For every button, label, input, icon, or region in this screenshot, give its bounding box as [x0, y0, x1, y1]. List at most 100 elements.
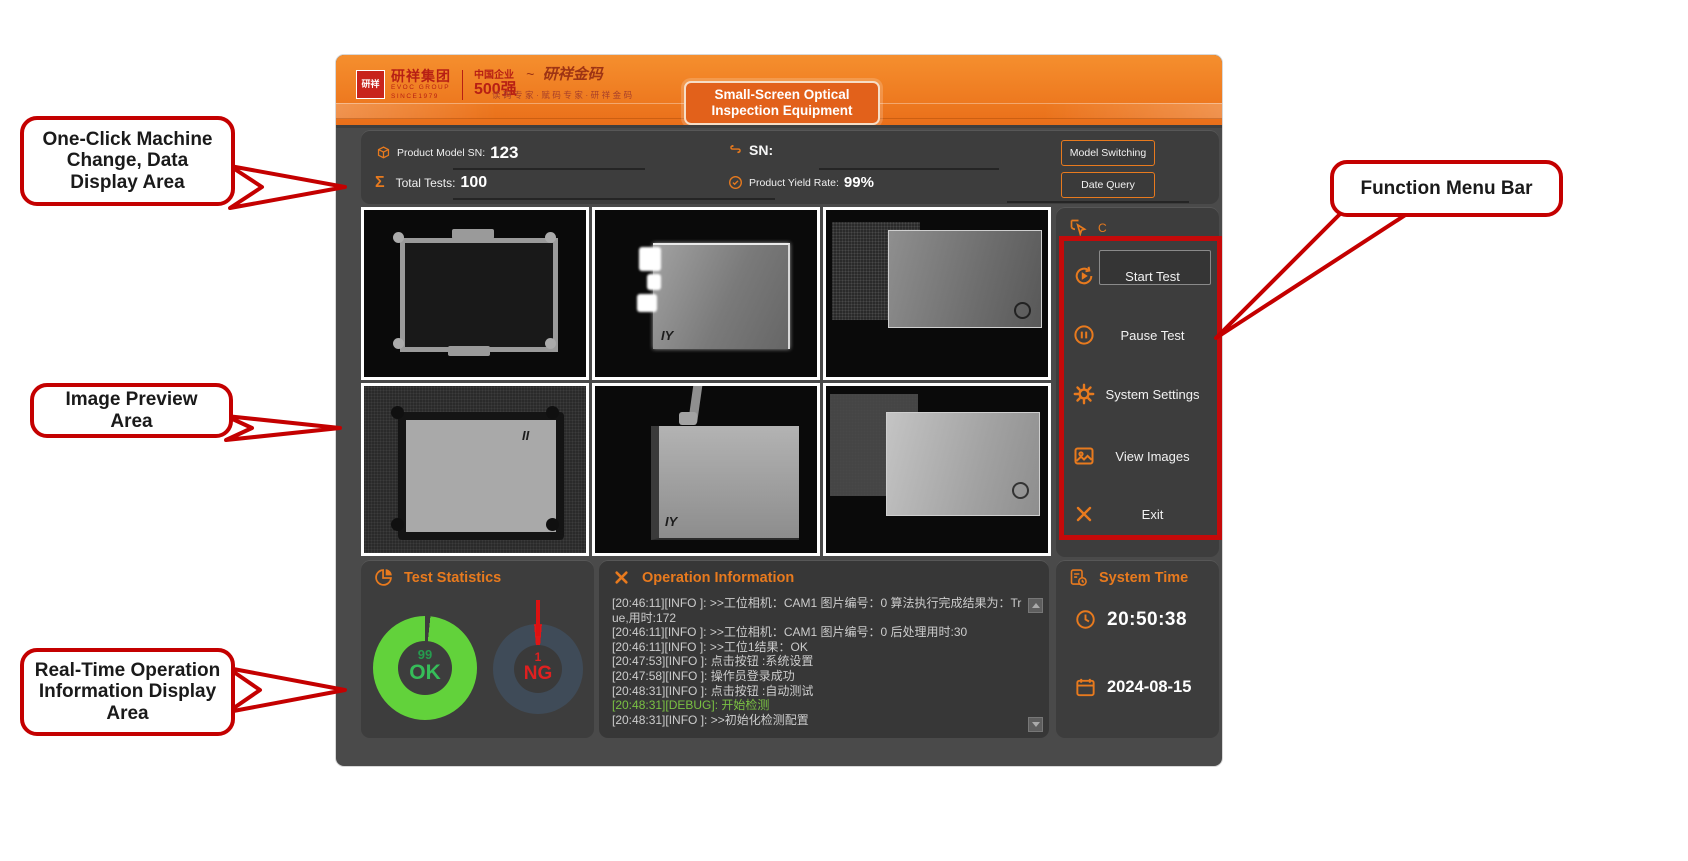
device-tab [448, 346, 490, 356]
corner-dot [393, 232, 404, 243]
sigma-icon: Σ [375, 175, 385, 191]
evoc-logo-icon: 研祥 [356, 70, 385, 99]
ok-label: OK [398, 662, 452, 684]
corner-knob [391, 406, 404, 419]
pie-chart-icon [373, 567, 394, 588]
log-line: [20:46:11][INFO ]: >>工位相机：CAM1 图片编号：0 后处… [612, 625, 1024, 640]
log-line: [20:48:31][INFO ]: 点击按钮 :自动测试 [612, 684, 1024, 699]
brand-tagline: 读码专家·赋码专家·研祥金码 [492, 89, 635, 101]
app-header: 研祥 研祥集团 EVOC GROUP SINCE1979 中国企业 500强 ~… [336, 55, 1222, 125]
corner-dot [545, 232, 556, 243]
callout-tail-image-preview [226, 416, 340, 440]
panel-circle-mark [1014, 302, 1031, 319]
corner-knob [546, 518, 559, 531]
current-date: 2024-08-15 [1107, 678, 1191, 697]
app-title-badge: Small-Screen Optical Inspection Equipmen… [684, 81, 880, 125]
underline-total-tests [453, 198, 775, 200]
log-line: [20:48:31][INFO ]: >>初始化检测配置 [612, 713, 1024, 728]
logo-subtitle: EVOC GROUP [391, 85, 451, 92]
corner-dot [393, 338, 404, 349]
log-line: [20:47:58][INFO ]: 操作员登录成功 [612, 669, 1024, 684]
camera-preview-2[interactable]: IY [592, 207, 820, 380]
function-menu-highlight-rect [1059, 236, 1222, 540]
down-arrow-icon [1032, 722, 1040, 727]
log-line: [20:46:11][INFO ]: >>工位相机：CAM1 图片编号：0 算法… [612, 596, 1024, 625]
date-row: 2024-08-15 [1074, 676, 1191, 699]
panel-marking: IY [661, 328, 673, 343]
callout-function-menu: Function Menu Bar [1330, 160, 1563, 217]
corner-knob [546, 406, 559, 419]
camera-preview-6[interactable] [823, 383, 1051, 556]
callout-data-area: One-Click Machine Change, Data Display A… [20, 116, 235, 206]
total-tests-label: Total Tests: [396, 176, 456, 190]
glare-blob [647, 274, 661, 290]
underline-yield [1007, 201, 1189, 203]
screenshot-root: 研祥 研祥集团 EVOC GROUP SINCE1979 中国企业 500强 ~… [0, 0, 1688, 861]
glass-panel [886, 412, 1040, 516]
total-tests-field: Σ Total Tests: 100 [375, 174, 487, 192]
ok-count: 99 [398, 648, 452, 662]
logo-name: 研祥集团 [391, 69, 451, 83]
callout-tail-function-menu [1216, 212, 1410, 338]
cube-icon [375, 145, 392, 162]
ng-donut-label: 1 NG [514, 651, 562, 684]
ng-count: 1 [514, 651, 562, 664]
camera-preview-3[interactable] [823, 207, 1051, 380]
operation-info-title-row: Operation Information [611, 567, 794, 588]
product-model-value: 123 [490, 143, 518, 163]
up-arrow-icon [1032, 603, 1040, 608]
callout-realtime-info: Real-Time Operation Information Display … [20, 648, 235, 736]
product-model-field: Product Model SN: 123 [375, 143, 519, 163]
current-time: 20:50:38 [1107, 609, 1187, 631]
log-line-debug: [20:48:31][DEBUG]: 开始检测 [612, 698, 1024, 713]
underline-sn [819, 168, 999, 170]
device-frame [398, 412, 564, 540]
data-display-panel: Product Model SN: 123 SN: Σ Total Tests:… [361, 130, 1219, 204]
yield-rate-value: 99% [844, 174, 874, 191]
test-statistics-panel: Test Statistics 99 OK 1 NG [361, 560, 594, 738]
calendar-icon [1074, 676, 1097, 699]
callout-image-preview: Image Preview Area [30, 383, 233, 438]
product-model-label: Product Model SN: [397, 147, 485, 159]
log-lines[interactable]: [20:46:11][INFO ]: >>工位相机：CAM1 图片编号：0 算法… [612, 596, 1024, 727]
model-switching-button[interactable]: Model Switching [1061, 140, 1155, 166]
operation-info-panel: Operation Information [20:46:11][INFO ]:… [599, 560, 1049, 738]
brand-script-line: ~ 研祥金码 [526, 67, 603, 83]
log-scroll-down-button[interactable] [1028, 717, 1043, 732]
underline-product-model [453, 168, 645, 170]
ng-label: NG [514, 664, 562, 684]
date-query-button[interactable]: Date Query [1061, 172, 1155, 198]
sn-label: SN: [749, 142, 773, 158]
log-scroll-up-button[interactable] [1028, 598, 1043, 613]
device-frame [400, 238, 558, 352]
callout-tail-realtime-info [228, 668, 345, 712]
ok-donut-label: 99 OK [398, 648, 452, 684]
image-preview-area: IY II IY [361, 207, 1051, 557]
script-flourish: ~ [526, 66, 534, 82]
document-clock-icon [1068, 567, 1089, 588]
clock-row: 20:50:38 [1074, 608, 1187, 631]
log-line: [20:47:53][INFO ]: 点击按钮 :系统设置 [612, 654, 1024, 669]
brand-script: 研祥金码 [543, 66, 603, 83]
camera-preview-1[interactable] [361, 207, 589, 380]
total-tests-value: 100 [460, 174, 487, 192]
glass-panel [653, 243, 790, 349]
panel-marking: II [522, 428, 529, 443]
system-time-title-row: System Time [1068, 567, 1188, 588]
log-line: [20:46:11][INFO ]: >>工位1结果：OK [612, 640, 1024, 655]
system-time-panel: System Time 20:50:38 2024-08-15 [1056, 560, 1219, 738]
callout-tail-data-area [230, 166, 345, 208]
rank-line-1: 中国企业 [474, 71, 517, 81]
sn-link-icon [727, 141, 744, 158]
ng-pointer-line [536, 600, 540, 636]
function-menu-header: C [1068, 217, 1107, 238]
sn-field: SN: [727, 141, 778, 158]
logo-text-block: 研祥集团 EVOC GROUP SINCE1979 [391, 69, 451, 100]
function-menu-header-label: C [1098, 221, 1107, 235]
glare-blob [639, 247, 661, 271]
camera-preview-5[interactable]: IY [592, 383, 820, 556]
test-statistics-title-row: Test Statistics [373, 567, 501, 588]
camera-preview-4[interactable]: II [361, 383, 589, 556]
glare-blob [637, 294, 657, 312]
clock-icon [1074, 608, 1097, 631]
